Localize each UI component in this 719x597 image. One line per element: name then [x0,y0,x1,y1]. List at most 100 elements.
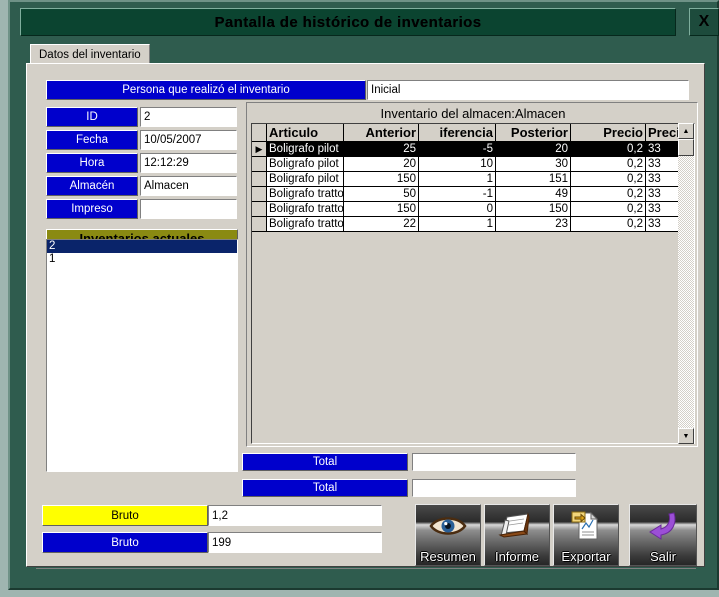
resumen-label: Resumen [420,549,476,564]
cell-precio-1[interactable]: 0,2 [570,156,646,172]
scroll-down-button[interactable]: ▼ [678,428,694,444]
cell-anterior[interactable]: 22 [343,216,419,232]
bruto-input-1[interactable]: 1,2 [208,505,382,526]
cell-anterior[interactable]: 50 [343,186,419,202]
bruto-label-2[interactable]: Bruto [42,532,208,553]
row-indicator: ▶ [252,141,267,157]
field-label-impreso[interactable]: Impreso [46,199,138,219]
cell-precio-1[interactable]: 0,2 [570,216,646,232]
cell-articulo[interactable]: Boligrafo pilot [266,141,344,157]
total-label-1[interactable]: Total [242,453,408,471]
inventory-grid-panel: Inventario del almacen:Almacen Articulo … [246,102,698,447]
total-input-1[interactable] [412,453,576,471]
cell-articulo[interactable]: Boligrafo pilot [266,156,344,172]
row-indicator [252,171,267,187]
cell-articulo[interactable]: Boligrafo pilot [266,171,344,187]
cell-precio-1[interactable]: 0,2 [570,201,646,217]
field-label-fecha[interactable]: Fecha [46,130,138,150]
cell-articulo[interactable]: Boligrafo tratto [266,201,344,217]
col-diferencia[interactable]: iferencia [418,124,496,142]
table-body: ▶ Boligrafo pilot 25 -5 20 0,2 33 Boligr… [252,141,694,232]
col-anterior[interactable]: Anterior [343,124,419,142]
table-row[interactable]: ▶ Boligrafo pilot 25 -5 20 0,2 33 [252,141,694,157]
cell-posterior[interactable]: 30 [495,156,571,172]
cell-diferencia[interactable]: 1 [418,216,496,232]
exportar-button[interactable]: Exportar [553,504,619,566]
inventarios-actuales-listbox[interactable]: 2 1 [46,239,238,472]
cell-anterior[interactable]: 25 [343,141,419,157]
col-indicator [252,124,267,142]
total-label-2[interactable]: Total [242,479,408,497]
cell-articulo[interactable]: Boligrafo tratto [266,186,344,202]
export-document-icon [554,509,618,543]
cell-diferencia[interactable]: -5 [418,141,496,157]
row-indicator [252,156,267,172]
cell-articulo[interactable]: Boligrafo tratto [266,216,344,232]
grid-vertical-scrollbar[interactable]: ▲ ▼ [678,123,694,444]
total-input-2[interactable] [412,479,576,497]
cell-anterior[interactable]: 20 [343,156,419,172]
table-row[interactable]: Boligrafo pilot 20 10 30 0,2 33 [252,156,694,172]
cell-precio-1[interactable]: 0,2 [570,186,646,202]
exit-arrow-icon [630,509,696,543]
col-posterior[interactable]: Posterior [495,124,571,142]
cell-posterior[interactable]: 151 [495,171,571,187]
persona-input[interactable]: Inicial [367,80,689,100]
field-input-fecha[interactable]: 10/05/2007 [140,130,237,150]
field-input-impreso[interactable] [140,199,237,219]
window-title: Pantalla de histórico de inventarios [214,13,482,31]
cell-diferencia[interactable]: 1 [418,171,496,187]
scrollbar-track[interactable] [678,139,694,428]
table-header-row: Articulo Anterior iferencia Posterior Pr… [252,124,694,142]
cell-precio-1[interactable]: 0,2 [570,141,646,157]
scrollbar-thumb[interactable] [678,139,694,156]
salir-button[interactable]: Salir [629,504,697,566]
grid-viewport[interactable]: Articulo Anterior iferencia Posterior Pr… [251,123,695,444]
close-button[interactable]: X [689,8,719,36]
row-indicator [252,186,267,202]
cell-posterior[interactable]: 23 [495,216,571,232]
row-indicator [252,216,267,232]
cell-anterior[interactable]: 150 [343,201,419,217]
col-articulo[interactable]: Articulo [266,124,344,142]
exportar-label: Exportar [561,549,611,564]
cell-anterior[interactable]: 150 [343,171,419,187]
salir-label: Salir [649,549,676,564]
bruto-input-2[interactable]: 199 [208,532,382,553]
field-input-almacen[interactable]: Almacen [140,176,237,196]
cell-precio-1[interactable]: 0,2 [570,171,646,187]
cell-diferencia[interactable]: 0 [418,201,496,217]
cell-diferencia[interactable]: 10 [418,156,496,172]
resumen-button[interactable]: Resumen [415,504,481,566]
window-title-bar: Pantalla de histórico de inventarios [20,8,676,36]
cell-diferencia[interactable]: -1 [418,186,496,202]
field-label-almacen[interactable]: Almacén [46,176,138,196]
bottom-divider [36,568,696,569]
col-precio-1[interactable]: Precio [570,124,646,142]
cell-posterior[interactable]: 20 [495,141,571,157]
field-input-id[interactable]: 2 [140,107,237,127]
bruto-label-1[interactable]: Bruto [42,505,208,526]
field-label-hora[interactable]: Hora [46,153,138,173]
cell-posterior[interactable]: 150 [495,201,571,217]
clipboard-icon [485,509,549,543]
scroll-up-button[interactable]: ▲ [678,123,694,139]
field-input-hora[interactable]: 12:12:29 [140,153,237,173]
tab-datos-del-inventario[interactable]: Datos del inventario [30,44,150,64]
app-window: Pantalla de histórico de inventarios X D… [8,0,719,590]
tab-strip: Datos del inventario [26,44,705,64]
row-indicator [252,201,267,217]
table-row[interactable]: Boligrafo pilot 150 1 151 0,2 33 [252,171,694,187]
table-row[interactable]: Boligrafo tratto 50 -1 49 0,2 33 [252,186,694,202]
eye-icon [416,509,480,543]
cell-posterior[interactable]: 49 [495,186,571,202]
informe-label: Informe [494,549,540,564]
table-row[interactable]: Boligrafo tratto 150 0 150 0,2 33 [252,201,694,217]
field-label-id[interactable]: ID [46,107,138,127]
list-item[interactable]: 1 [47,253,237,266]
list-item[interactable]: 2 [47,240,237,253]
persona-label[interactable]: Persona que realizó el inventario [46,80,366,100]
grid-title: Inventario del almacen:Almacen [380,106,566,121]
table-row[interactable]: Boligrafo tratto 22 1 23 0,2 33 [252,216,694,232]
informe-button[interactable]: Informe [484,504,550,566]
